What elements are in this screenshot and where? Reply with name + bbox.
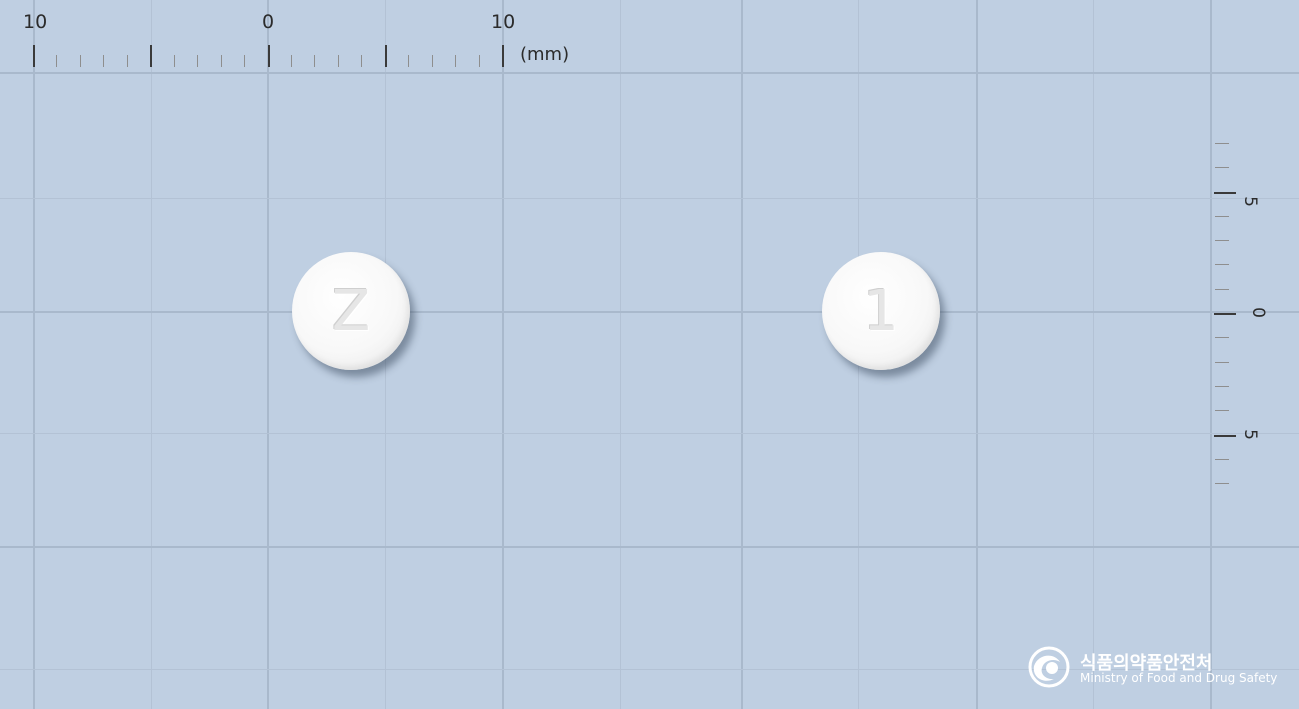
ruler-minor-tick bbox=[1215, 288, 1229, 290]
ruler-minor-tick bbox=[455, 55, 457, 67]
ruler-minor-tick bbox=[173, 55, 175, 67]
ruler-minor-tick bbox=[103, 55, 105, 67]
grid-line bbox=[0, 311, 1299, 313]
grid-line bbox=[741, 0, 743, 709]
tablet-back: 1 bbox=[822, 252, 940, 370]
ruler-minor-tick bbox=[408, 55, 410, 67]
tablet-imprint: 1 bbox=[863, 278, 899, 344]
ruler-major-tick bbox=[1214, 191, 1236, 194]
ruler-label-0: 0 bbox=[1247, 307, 1268, 318]
ruler-minor-tick bbox=[337, 55, 339, 67]
grid-line bbox=[1210, 0, 1212, 709]
ruler-minor-tick bbox=[197, 55, 199, 67]
ruler-label-0: 0 bbox=[262, 11, 275, 33]
ruler-major-tick bbox=[33, 45, 35, 67]
tablet-front: Z bbox=[292, 252, 410, 370]
ruler-minor-tick bbox=[1215, 337, 1229, 339]
ruler-minor-tick bbox=[314, 55, 316, 67]
ruler-minor-tick bbox=[1215, 240, 1229, 242]
ruler-minor-tick bbox=[220, 55, 222, 67]
ruler-unit-label: (mm) bbox=[520, 44, 570, 65]
ruler-label-bottom-5: 5 bbox=[1239, 429, 1260, 440]
ruler-major-tick bbox=[384, 45, 387, 67]
ruler-major-tick bbox=[502, 45, 504, 67]
ruler-minor-tick bbox=[361, 55, 363, 67]
grid-line bbox=[0, 546, 1299, 548]
ruler-label-left-10: 10 bbox=[23, 11, 48, 33]
grid-line bbox=[502, 0, 504, 709]
grid-line bbox=[0, 198, 1299, 199]
ruler-minor-tick bbox=[290, 55, 292, 67]
ruler-label-top-5: 5 bbox=[1239, 196, 1260, 207]
ruler-minor-tick bbox=[1215, 458, 1229, 460]
ruler-major-tick bbox=[1214, 434, 1236, 437]
ruler-major-tick bbox=[150, 45, 153, 67]
ruler-major-tick bbox=[267, 45, 270, 67]
ruler-major-tick bbox=[1214, 313, 1236, 315]
ruler-minor-tick bbox=[1215, 215, 1229, 217]
ruler-minor-tick bbox=[79, 55, 81, 67]
ruler-label-right-10: 10 bbox=[491, 11, 516, 33]
grid-line bbox=[976, 0, 978, 709]
pill-photo-scene: 10 0 10 (mm) 5 0 5 Z 1 식품의약품안전처 Ministry… bbox=[0, 0, 1299, 709]
ruler-minor-tick bbox=[478, 55, 480, 67]
grid-line bbox=[33, 0, 35, 709]
ruler-minor-tick bbox=[1215, 483, 1229, 485]
grid-line bbox=[1093, 0, 1094, 709]
logo-english-text: Ministry of Food and Drug Safety bbox=[1080, 671, 1278, 685]
ruler-minor-tick bbox=[1215, 264, 1229, 266]
ruler-minor-tick bbox=[244, 55, 246, 67]
ruler-minor-tick bbox=[1215, 385, 1229, 387]
grid-line bbox=[0, 72, 1299, 74]
ruler-minor-tick bbox=[1215, 361, 1229, 363]
ruler-minor-tick bbox=[431, 55, 433, 67]
ruler-minor-tick bbox=[56, 55, 58, 67]
grid-line bbox=[151, 0, 152, 709]
grid-line bbox=[0, 433, 1299, 434]
grid-line bbox=[620, 0, 621, 709]
ruler-minor-tick bbox=[1215, 167, 1229, 169]
grid-line bbox=[267, 0, 269, 709]
ruler-minor-tick bbox=[126, 55, 128, 67]
ruler-minor-tick bbox=[1215, 410, 1229, 412]
mfds-emblem-icon bbox=[1028, 646, 1070, 688]
tablet-imprint: Z bbox=[331, 278, 371, 344]
ruler-minor-tick bbox=[1215, 142, 1229, 144]
